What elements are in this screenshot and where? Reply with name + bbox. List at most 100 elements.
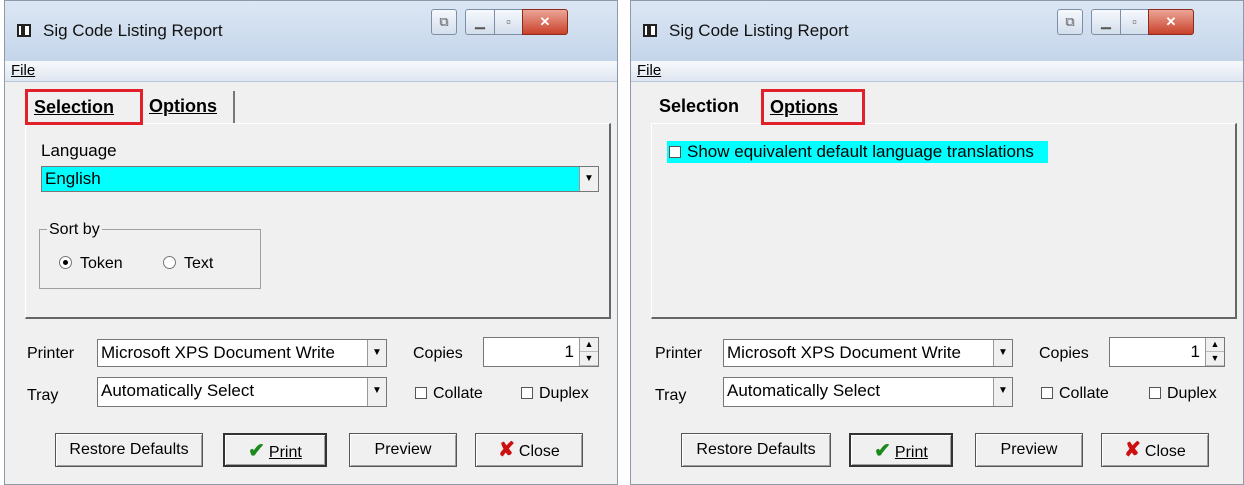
app-icon <box>17 24 31 37</box>
restore-defaults-button[interactable]: Restore Defaults <box>681 433 831 467</box>
checkbox-icon <box>669 146 681 158</box>
close-x-icon: ✘ <box>498 439 515 461</box>
tray-label: Tray <box>27 387 59 404</box>
stepper-down-icon[interactable]: ▼ <box>580 352 598 366</box>
radio-unselected-icon <box>163 256 176 269</box>
radio-text-label: Text <box>184 255 214 272</box>
preview-button[interactable]: Preview <box>349 433 457 467</box>
minimize-button[interactable]: ▁ <box>1091 9 1121 35</box>
window-title: Sig Code Listing Report <box>43 21 223 40</box>
close-button[interactable]: ✘ Close <box>1101 433 1209 467</box>
show-translations-label: Show equivalent default language transla… <box>687 142 1034 161</box>
maximize-button[interactable]: ▫ <box>494 9 523 35</box>
collate-checkbox[interactable]: Collate <box>1041 385 1109 403</box>
duplex-checkbox[interactable]: Duplex <box>521 385 589 403</box>
close-x-icon: ✘ <box>1124 439 1141 461</box>
collate-label: Collate <box>1059 385 1109 402</box>
close-button[interactable]: ✘ Close <box>475 433 583 467</box>
print-label: Print <box>894 444 928 461</box>
chevron-down-icon[interactable]: ▼ <box>579 167 598 191</box>
tab-selection[interactable]: Selection <box>25 89 143 125</box>
preview-label: Preview <box>374 441 432 458</box>
report-window-options: Sig Code Listing Report ⧉ ▁ ▫ ✕ File Sel… <box>630 0 1244 485</box>
tray-select[interactable]: Automatically Select ▼ <box>723 377 1013 407</box>
checkbox-icon <box>415 387 427 399</box>
tray-value: Automatically Select <box>727 381 881 400</box>
tab-options-label: Options <box>149 96 217 116</box>
printer-value: Microsoft XPS Document Write <box>727 343 961 362</box>
restore-external-icon[interactable]: ⧉ <box>431 9 457 35</box>
restore-defaults-label: Restore Defaults <box>696 441 816 458</box>
printer-value: Microsoft XPS Document Write <box>101 343 335 362</box>
stepper-up-icon[interactable]: ▲ <box>580 338 598 352</box>
close-label: Close <box>518 443 560 460</box>
radio-token[interactable]: Token <box>59 255 123 273</box>
checkbox-icon <box>521 387 533 399</box>
sort-by-label: Sort by <box>47 221 102 239</box>
tray-select[interactable]: Automatically Select ▼ <box>97 377 387 407</box>
show-translations-checkbox[interactable]: Show equivalent default language transla… <box>667 141 1048 163</box>
chevron-down-icon[interactable]: ▼ <box>993 340 1012 366</box>
maximize-button[interactable]: ▫ <box>1120 9 1149 35</box>
chevron-down-icon[interactable]: ▼ <box>367 378 386 406</box>
tab-options[interactable]: Options <box>143 91 235 123</box>
checkbox-icon <box>1041 387 1053 399</box>
stepper-buttons[interactable]: ▲ ▼ <box>579 338 598 366</box>
close-window-button[interactable]: ✕ <box>1148 9 1194 35</box>
tray-value: Automatically Select <box>101 381 255 400</box>
radio-selected-icon <box>59 256 72 269</box>
duplex-checkbox[interactable]: Duplex <box>1149 385 1217 403</box>
language-select[interactable]: English ▼ <box>41 166 599 192</box>
window-title: Sig Code Listing Report <box>669 21 849 40</box>
title-bar[interactable]: Sig Code Listing Report ⧉ ▁ ▫ ✕ <box>631 1 1243 62</box>
print-label: Print <box>268 444 302 461</box>
printer-select[interactable]: Microsoft XPS Document Write ▼ <box>723 339 1013 367</box>
restore-defaults-label: Restore Defaults <box>69 441 189 458</box>
title-bar[interactable]: Sig Code Listing Report ⧉ ▁ ▫ ✕ <box>5 1 617 62</box>
printer-select[interactable]: Microsoft XPS Document Write ▼ <box>97 339 387 367</box>
tab-options-label: Options <box>770 97 838 117</box>
close-label: Close <box>1144 443 1186 460</box>
copies-value: 1 <box>564 342 574 361</box>
language-value: English <box>45 169 101 188</box>
print-button[interactable]: ✔ Print <box>849 433 953 467</box>
menu-bar: File <box>5 61 617 82</box>
collate-checkbox[interactable]: Collate <box>415 385 483 403</box>
duplex-label: Duplex <box>1167 385 1217 402</box>
tab-selection-label: Selection <box>659 96 740 116</box>
menu-file[interactable]: File <box>11 62 35 79</box>
radio-token-label: Token <box>80 255 123 272</box>
tray-label: Tray <box>655 387 687 404</box>
language-label: Language <box>41 141 117 160</box>
copies-stepper[interactable]: 1 ▲ ▼ <box>1109 337 1225 367</box>
app-icon <box>643 24 657 37</box>
preview-label: Preview <box>1000 441 1058 458</box>
stepper-buttons[interactable]: ▲ ▼ <box>1205 338 1224 366</box>
copies-value: 1 <box>1190 342 1200 361</box>
preview-button[interactable]: Preview <box>975 433 1083 467</box>
radio-text[interactable]: Text <box>163 255 213 273</box>
menu-bar: File <box>631 61 1243 82</box>
tab-options[interactable]: Options <box>761 89 865 125</box>
restore-external-icon[interactable]: ⧉ <box>1057 9 1083 35</box>
report-window-selection: Sig Code Listing Report ⧉ ▁ ▫ ✕ File Sel… <box>4 0 618 485</box>
copies-label: Copies <box>413 345 463 362</box>
checkbox-icon <box>1149 387 1161 399</box>
copies-stepper[interactable]: 1 ▲ ▼ <box>483 337 599 367</box>
print-button[interactable]: ✔ Print <box>223 433 327 467</box>
tab-selection[interactable]: Selection <box>653 91 763 123</box>
chevron-down-icon[interactable]: ▼ <box>993 378 1012 406</box>
checkmark-icon: ✔ <box>874 440 891 462</box>
collate-label: Collate <box>433 385 483 402</box>
copies-label: Copies <box>1039 345 1089 362</box>
minimize-button[interactable]: ▁ <box>465 9 495 35</box>
menu-file[interactable]: File <box>637 62 661 79</box>
stepper-down-icon[interactable]: ▼ <box>1206 352 1224 366</box>
tab-selection-label: Selection <box>34 97 115 117</box>
checkmark-icon: ✔ <box>248 440 265 462</box>
chevron-down-icon[interactable]: ▼ <box>367 340 386 366</box>
close-window-button[interactable]: ✕ <box>522 9 568 35</box>
stepper-up-icon[interactable]: ▲ <box>1206 338 1224 352</box>
restore-defaults-button[interactable]: Restore Defaults <box>55 433 203 467</box>
printer-label: Printer <box>655 345 703 362</box>
